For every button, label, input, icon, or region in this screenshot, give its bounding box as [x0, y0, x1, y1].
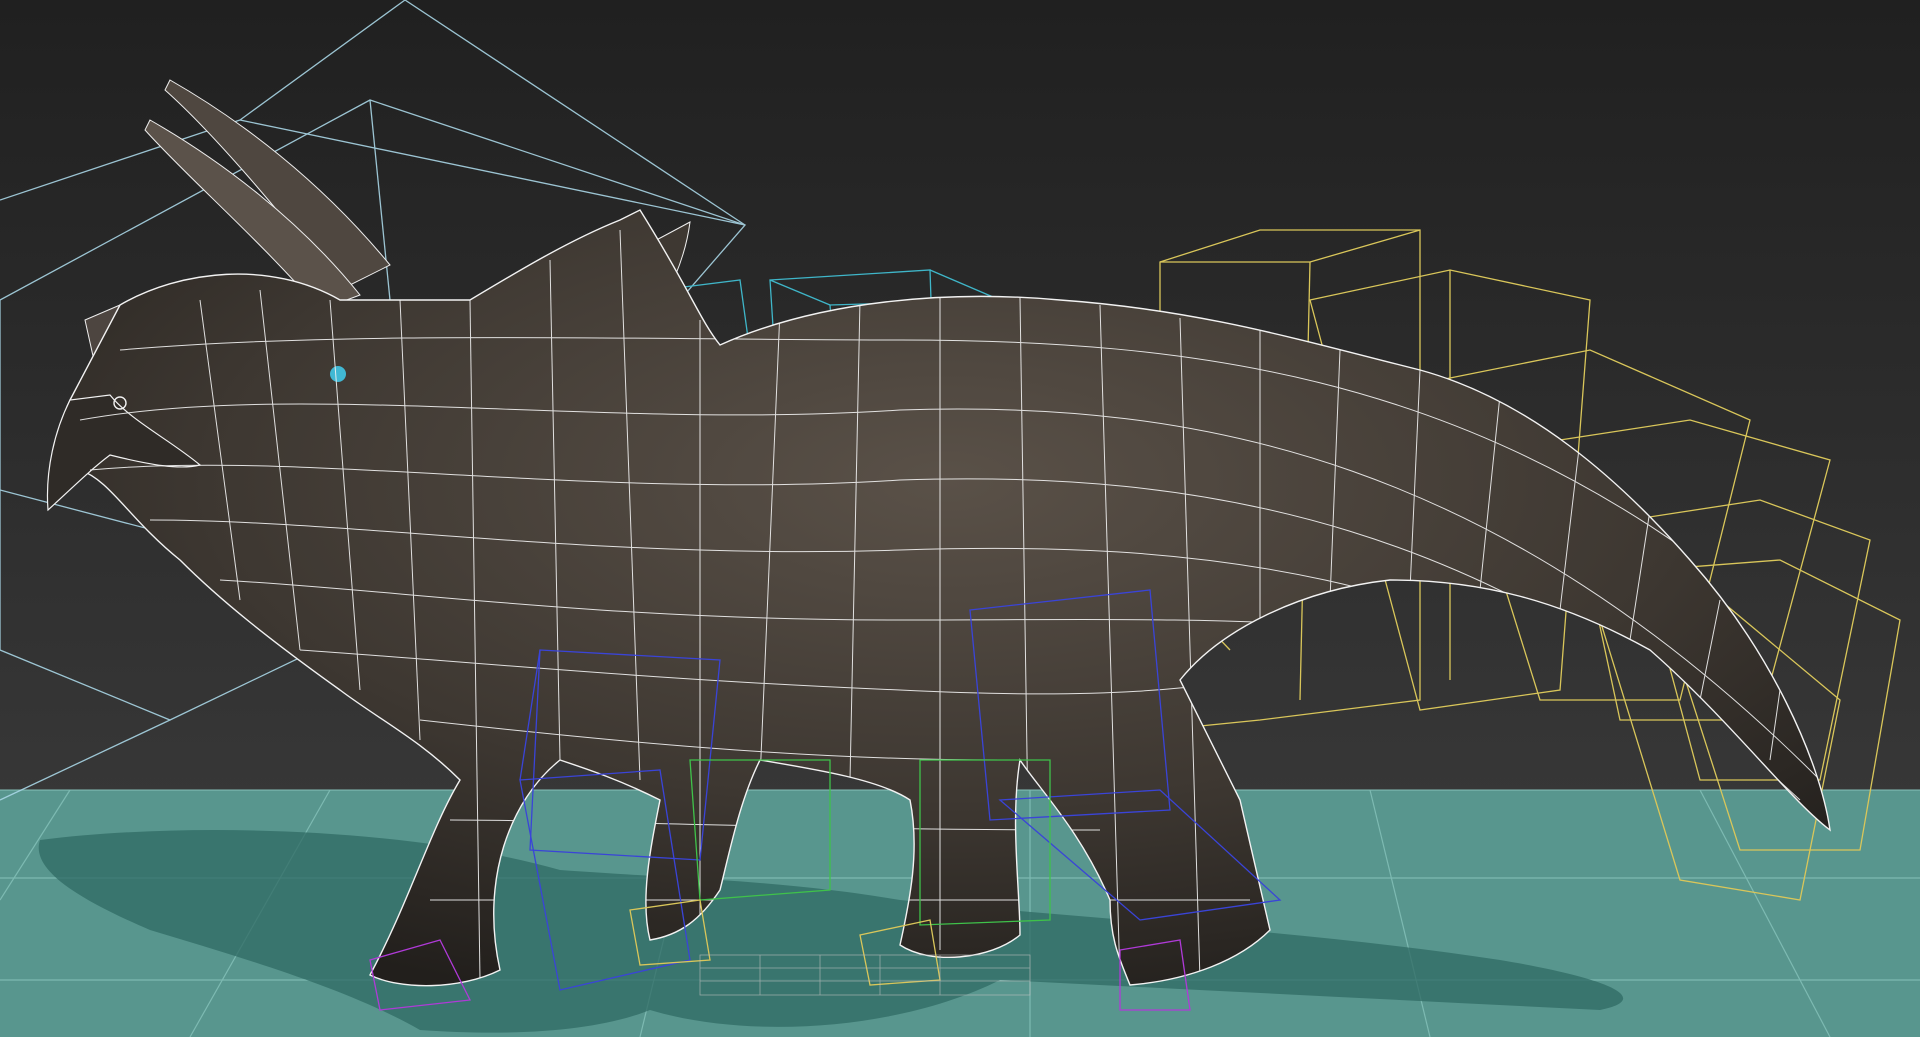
3d-viewport[interactable] — [0, 0, 1920, 1037]
selected-vertex-marker[interactable] — [330, 366, 346, 382]
viewport-scene[interactable] — [0, 0, 1920, 1037]
